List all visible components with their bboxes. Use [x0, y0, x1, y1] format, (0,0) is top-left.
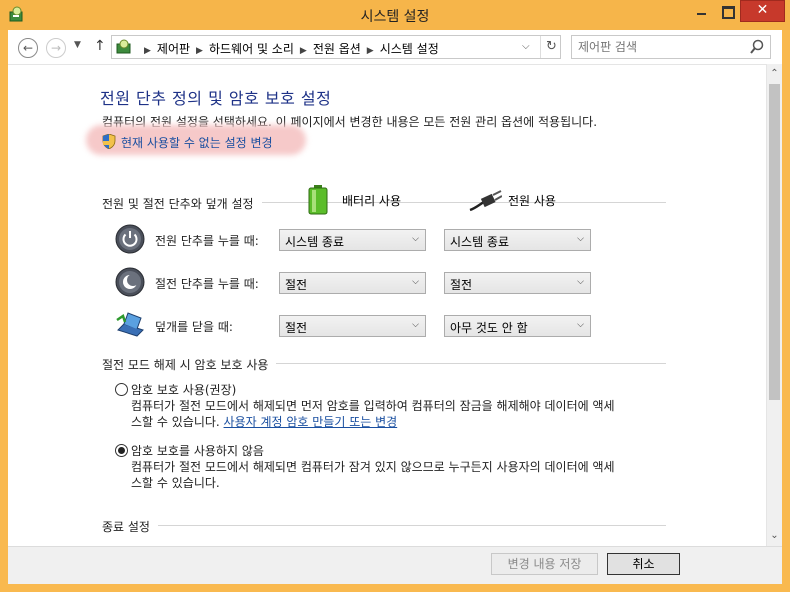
- search-box[interactable]: [571, 35, 771, 59]
- select-value: 절전: [450, 278, 473, 292]
- window-content: ← → ▼ ↑ ▶ 제어판 ▶ 하드웨어 및 소리 ▶ 전원 옵션 ▶ 시스템 설정 ⌵ ↻: [8, 30, 782, 584]
- breadcrumb-item-power-options[interactable]: 전원 옵션: [313, 42, 361, 56]
- no-password-description: 컴퓨터가 절전 모드에서 해제되면 컴퓨터가 잠겨 있지 않으므로 누구든지 사…: [131, 459, 691, 491]
- save-changes-button[interactable]: 변경 내용 저장: [491, 553, 598, 575]
- no-password-radio[interactable]: [115, 444, 128, 457]
- select-value: 시스템 종료: [285, 235, 345, 249]
- close-icon: ✕: [756, 2, 769, 18]
- refresh-button[interactable]: ↻: [540, 36, 562, 58]
- breadcrumb-item-hardware-sound[interactable]: 하드웨어 및 소리: [209, 42, 294, 56]
- address-bar[interactable]: ▶ 제어판 ▶ 하드웨어 및 소리 ▶ 전원 옵션 ▶ 시스템 설정 ⌵ ↻: [111, 35, 561, 59]
- section-divider: [108, 525, 666, 526]
- scroll-thumb[interactable]: [769, 84, 780, 400]
- chevron-down-icon: ⌵: [577, 234, 584, 244]
- window-title: 시스템 설정: [360, 9, 430, 25]
- lid-close-label: 덮개를 닫을 때:: [155, 320, 233, 334]
- vertical-scrollbar[interactable]: ⌃ ⌄: [766, 64, 782, 546]
- password-section-label: 절전 모드 해제 시 암호 보호 사용: [102, 356, 277, 373]
- select-value: 시스템 종료: [450, 235, 510, 249]
- breadcrumb-separator-icon[interactable]: ▶: [367, 46, 374, 56]
- scroll-down-icon[interactable]: ⌄: [767, 528, 782, 544]
- footer-bar: 변경 내용 저장 취소: [8, 546, 782, 584]
- select-value: 아무 것도 안 함: [450, 321, 528, 335]
- forward-button[interactable]: →: [46, 38, 66, 58]
- select-value: 절전: [285, 321, 308, 335]
- lid-close-battery-select[interactable]: 절전 ⌵: [279, 315, 426, 337]
- sleep-button-icon: [115, 267, 145, 297]
- power-plug-icon: [469, 190, 502, 212]
- scroll-up-icon[interactable]: ⌃: [767, 66, 782, 82]
- description-line: 컴퓨터가 절전 모드에서 해제되면 컴퓨터가 잠겨 있지 않으므로 누구든지 사…: [131, 460, 615, 474]
- battery-icon: [308, 185, 328, 215]
- power-button-plugged-select[interactable]: 시스템 종료 ⌵: [444, 229, 591, 251]
- address-dropdown-icon[interactable]: ⌵: [522, 41, 530, 52]
- lid-close-plugged-select[interactable]: 아무 것도 안 함 ⌵: [444, 315, 591, 337]
- change-unavailable-settings-link[interactable]: 현재 사용할 수 없는 설정 변경: [121, 134, 273, 151]
- plugged-in-column-header: 전원 사용: [508, 194, 556, 208]
- page-title: 전원 단추 정의 및 암호 보호 설정: [100, 89, 332, 108]
- search-input[interactable]: [578, 39, 738, 55]
- chevron-down-icon: ⌵: [577, 320, 584, 330]
- require-password-label[interactable]: 암호 보호 사용(권장): [131, 381, 236, 398]
- title-bar[interactable]: 시스템 설정 ✕: [0, 0, 790, 30]
- require-password-description: 컴퓨터가 절전 모드에서 해제되면 먼저 암호를 입력하여 컴퓨터의 잠금을 해…: [131, 398, 691, 430]
- battery-column-header: 배터리 사용: [342, 194, 402, 208]
- chevron-down-icon: ⌵: [577, 277, 584, 287]
- user-account-password-link[interactable]: 사용자 계정 암호 만들기 또는 변경: [224, 415, 398, 429]
- breadcrumb-separator-icon[interactable]: ▶: [300, 46, 307, 56]
- search-icon[interactable]: [750, 39, 764, 55]
- cancel-button[interactable]: 취소: [607, 553, 680, 575]
- power-button-icon: [115, 224, 145, 254]
- control-panel-icon: [116, 39, 131, 54]
- sleep-button-plugged-select[interactable]: 절전 ⌵: [444, 272, 591, 294]
- recent-locations-dropdown[interactable]: ▼: [74, 40, 81, 50]
- breadcrumb-separator-icon[interactable]: ▶: [144, 46, 151, 56]
- power-button-label: 전원 단추를 누를 때:: [155, 234, 259, 248]
- minimize-button[interactable]: [688, 0, 714, 22]
- description-line: 스할 수 있습니다. 사용자 계정 암호 만들기 또는 변경: [131, 414, 691, 430]
- chevron-down-icon: ⌵: [412, 320, 419, 330]
- uac-shield-icon: [102, 134, 116, 149]
- main-panel: 전원 단추 정의 및 암호 보호 설정 컴퓨터의 전원 설정을 선택하세요. 이…: [8, 64, 766, 546]
- breadcrumb-separator-icon[interactable]: ▶: [196, 46, 203, 56]
- description-line: 컴퓨터가 절전 모드에서 해제되면 먼저 암호를 입력하여 컴퓨터의 잠금을 해…: [131, 399, 615, 413]
- shutdown-section-label: 종료 설정: [102, 518, 158, 535]
- chevron-down-icon: ⌵: [412, 277, 419, 287]
- window: 시스템 설정 ✕ ← → ▼ ↑ ▶ 제어판 ▶ 하드웨어 및 소리 ▶ 전원 옵션 ▶ 시스…: [0, 0, 790, 592]
- close-button[interactable]: ✕: [740, 0, 785, 22]
- chevron-down-icon: ⌵: [412, 234, 419, 244]
- select-value: 절전: [285, 278, 308, 292]
- maximize-button[interactable]: [714, 0, 740, 22]
- up-button[interactable]: ↑: [94, 38, 106, 54]
- sleep-button-battery-select[interactable]: 절전 ⌵: [279, 272, 426, 294]
- navigation-toolbar: ← → ▼ ↑ ▶ 제어판 ▶ 하드웨어 및 소리 ▶ 전원 옵션 ▶ 시스템 설정 ⌵ ↻: [8, 30, 782, 64]
- laptop-lid-icon: [116, 312, 144, 337]
- breadcrumb: ▶ 제어판 ▶ 하드웨어 및 소리 ▶ 전원 옵션 ▶ 시스템 설정: [138, 40, 439, 57]
- power-button-battery-select[interactable]: 시스템 종료 ⌵: [279, 229, 426, 251]
- no-password-label[interactable]: 암호 보호를 사용하지 않음: [131, 442, 264, 459]
- sleep-button-label: 절전 단추를 누를 때:: [155, 277, 259, 291]
- breadcrumb-item-system-settings[interactable]: 시스템 설정: [380, 42, 439, 56]
- description-text: 스할 수 있습니다.: [131, 415, 224, 429]
- buttons-section-label: 전원 및 절전 단추와 덮개 설정: [102, 195, 262, 212]
- breadcrumb-item-control-panel[interactable]: 제어판: [157, 42, 190, 56]
- description-line: 스할 수 있습니다.: [131, 476, 220, 490]
- require-password-radio[interactable]: [115, 383, 128, 396]
- back-button[interactable]: ←: [18, 38, 38, 58]
